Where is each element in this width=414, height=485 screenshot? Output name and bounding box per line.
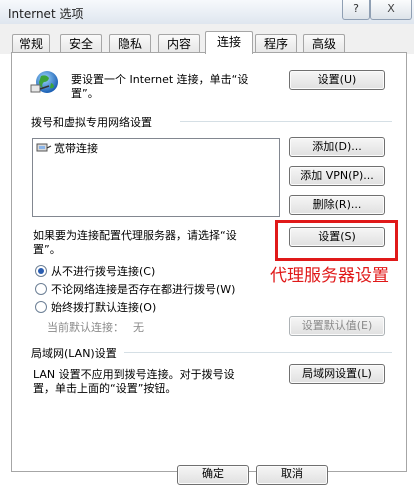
connection-icon [36, 142, 52, 154]
globe-icon [28, 67, 60, 99]
add-connection-button[interactable]: 添加(D)... [289, 137, 385, 157]
lan-section-heading: 局域网(LAN)设置 [31, 347, 117, 360]
proxy-highlight-box [275, 220, 398, 261]
current-default-label: 当前默认连接： [47, 321, 124, 334]
proxy-description-line2: 置”。 [33, 243, 61, 256]
never-dial-label[interactable]: 从不进行拨号连接(C) [51, 263, 155, 279]
tab-security[interactable]: 安全 [60, 34, 102, 53]
tab-general[interactable]: 常规 [12, 34, 50, 53]
dialup-section-divider [180, 121, 392, 122]
help-button[interactable]: ? [342, 0, 370, 20]
lan-settings-button[interactable]: 局域网设置(L) [289, 364, 385, 384]
radio-dial-whenever[interactable] [35, 283, 47, 295]
radio-always-dial-default[interactable] [35, 301, 47, 313]
proxy-annotation: 代理服务器设置 [270, 266, 389, 286]
add-vpn-button[interactable]: 添加 VPN(P)... [289, 166, 385, 186]
setup-description-line2: 置”。 [71, 87, 99, 100]
tab-programs[interactable]: 程序 [255, 34, 297, 53]
cancel-button[interactable]: 取消 [256, 465, 328, 485]
setup-button[interactable]: 设置(U) [289, 70, 385, 90]
tab-content[interactable]: 内容 [158, 34, 200, 53]
always-dial-default-label[interactable]: 始终拨打默认连接(O) [51, 299, 156, 315]
remove-connection-button[interactable]: 删除(R)... [289, 195, 385, 215]
lan-section-divider [124, 352, 392, 353]
dialup-section-heading: 拨号和虚拟专用网络设置 [31, 116, 152, 129]
radio-never-dial[interactable] [35, 265, 47, 277]
connection-item[interactable]: 宽带连接 [54, 140, 98, 156]
current-default-value: 无 [133, 321, 144, 334]
set-default-button[interactable]: 设置默认值(E) [289, 316, 385, 336]
tab-connections[interactable]: 连接 [205, 31, 253, 54]
tab-privacy[interactable]: 隐私 [109, 34, 151, 53]
tab-advanced[interactable]: 高级 [303, 34, 345, 53]
lan-description-line2: 置，单击上面的“设置”按钮。 [33, 382, 177, 395]
proxy-description-line1: 如果要为连接配置代理服务器，请选择“设 [33, 229, 237, 242]
dial-whenever-label[interactable]: 不论网络连接是否存在都进行拨号(W) [51, 281, 235, 297]
ok-button[interactable]: 确定 [177, 465, 249, 485]
window-title: Internet 选项 [8, 7, 84, 21]
close-button[interactable]: X [370, 0, 412, 20]
